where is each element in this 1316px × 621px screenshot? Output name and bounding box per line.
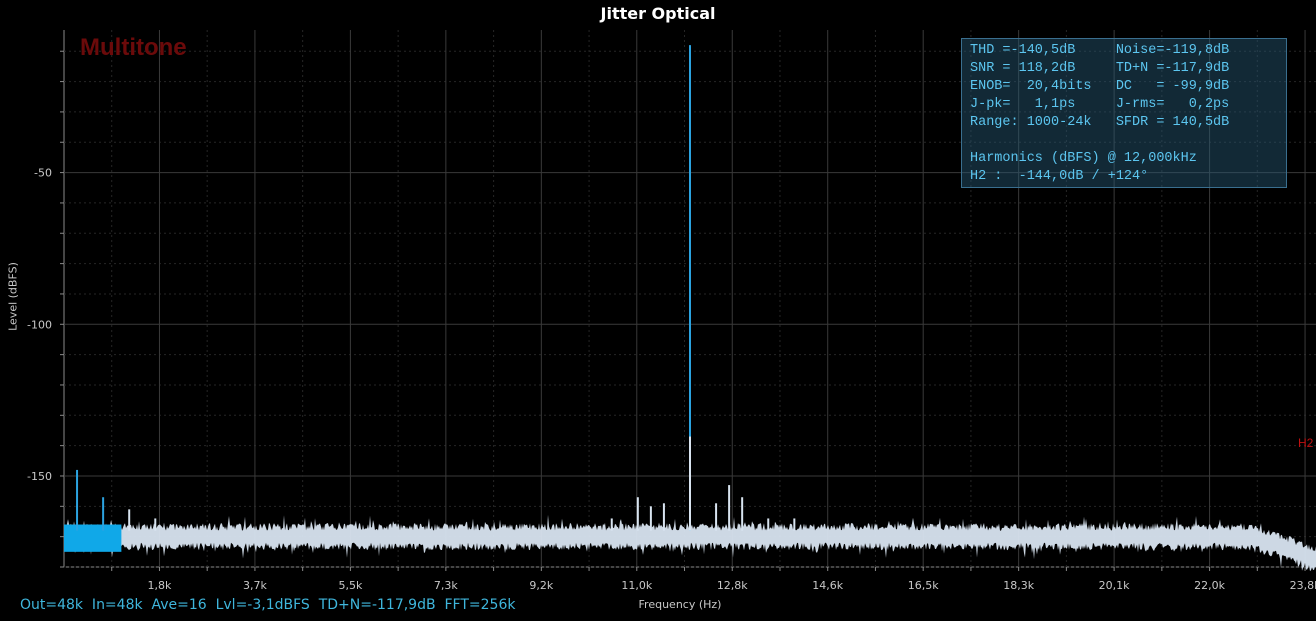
x-tick-label: 20,1k [1099,579,1130,592]
watermark: Multitone [80,34,187,61]
x-tick-label: 23,8k [1290,579,1316,592]
x-tick-label: 3,7k [243,579,267,592]
x-tick-label: 11,0k [621,579,652,592]
x-tick-label: 9,2k [529,579,553,592]
x-tick-label: 1,8k [148,579,172,592]
stats-text: THD =-140,5dB Noise=-119,8dB SNR = 118,2… [970,43,1230,184]
x-tick-label: 14,6k [812,579,843,592]
y-tick-label: -50 [34,167,52,180]
x-tick-label: 12,8k [717,579,748,592]
x-tick-label: 7,3k [434,579,458,592]
x-tick-label: 18,3k [1003,579,1034,592]
x-tick-label: 22,0k [1194,579,1225,592]
low-frequency-band [64,524,122,552]
y-tick-label: -150 [27,470,52,483]
y-tick-label: -100 [27,318,52,331]
x-tick-label: 16,5k [908,579,939,592]
x-tick-label: 5,5k [338,579,362,592]
harmonic-marker-h2: H2 [1298,436,1314,450]
stats-panel: THD =-140,5dB Noise=-119,8dB SNR = 118,2… [961,38,1287,188]
